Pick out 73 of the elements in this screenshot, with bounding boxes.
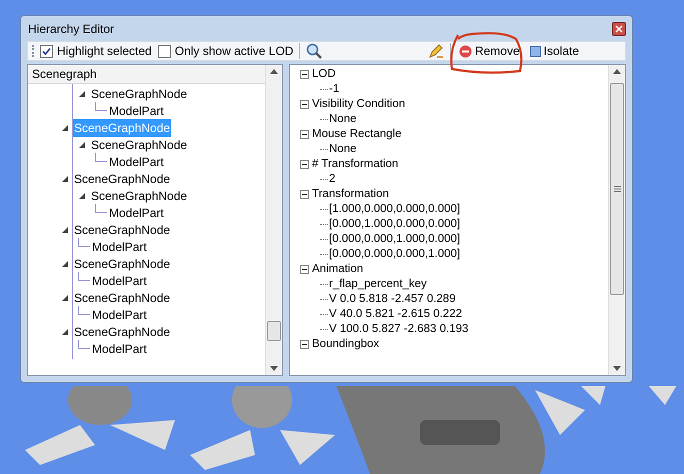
scroll-up-icon[interactable] (613, 69, 621, 74)
property-value[interactable]: [0.000,0.000,0.000,1.000] (329, 247, 460, 262)
remove-button[interactable]: Remove (456, 42, 522, 60)
property-name[interactable]: Mouse Rectangle (312, 127, 402, 142)
scroll-thumb[interactable] (267, 321, 281, 341)
property-name[interactable]: # Transformation (312, 157, 398, 172)
tree-item[interactable]: SceneGraphNode (73, 170, 172, 188)
tree-item[interactable]: ModelPart (108, 102, 165, 120)
square-icon (530, 46, 541, 56)
tree-item[interactable]: ModelPart (108, 204, 165, 222)
property-name[interactable]: Visibility Condition (312, 97, 406, 112)
collapse-toggle-icon[interactable] (300, 70, 309, 79)
collapse-toggle-icon[interactable] (300, 265, 309, 274)
checkbox-label: Highlight selected (57, 43, 152, 60)
tree-toggle-icon[interactable] (78, 192, 86, 200)
remove-icon (458, 44, 472, 58)
close-icon (615, 24, 623, 32)
property-value[interactable]: None (329, 142, 356, 157)
tree-toggle-icon[interactable] (61, 260, 69, 268)
collapse-toggle-icon[interactable] (300, 160, 309, 169)
tree-item[interactable]: SceneGraphNode (90, 84, 188, 102)
tree-item[interactable]: ModelPart (91, 272, 148, 290)
grip-icon (614, 186, 620, 192)
collapse-toggle-icon[interactable] (300, 190, 309, 199)
tree-toggle-icon[interactable] (61, 226, 69, 234)
collapse-toggle-icon[interactable] (300, 130, 309, 139)
property-value[interactable]: [1.000,0.000,0.000,0.000] (329, 202, 460, 217)
tree-item[interactable]: ModelPart (91, 340, 148, 358)
property-name[interactable]: Transformation (312, 187, 389, 202)
tree-toggle-icon[interactable] (61, 294, 69, 302)
tree-item[interactable]: SceneGraphNode (73, 322, 172, 340)
property-value[interactable]: V 40.0 5.821 -2.615 0.222 (329, 307, 462, 322)
property-name[interactable]: Animation (312, 262, 364, 277)
scroll-up-icon[interactable] (270, 69, 278, 74)
property-value[interactable]: V 0.0 5.818 -2.457 0.289 (329, 292, 456, 307)
property-value[interactable]: -1 (329, 82, 340, 97)
tree-item[interactable]: ModelPart (91, 238, 148, 256)
search-icon[interactable] (306, 43, 322, 59)
tree-toggle-icon[interactable] (78, 140, 86, 148)
collapse-toggle-icon[interactable] (300, 340, 309, 349)
tree-toggle-icon[interactable] (61, 328, 69, 336)
property-value[interactable]: [0.000,1.000,0.000,0.000] (329, 217, 460, 232)
property-value[interactable]: V 100.0 5.827 -2.683 0.193 (329, 322, 468, 337)
window-title: Hierarchy Editor (28, 20, 114, 38)
property-value[interactable]: r_flap_percent_key (329, 277, 427, 292)
scroll-down-icon[interactable] (270, 366, 278, 371)
pencil-icon[interactable] (428, 43, 444, 59)
tree-item[interactable]: SceneGraphNode (73, 254, 172, 272)
checkbox[interactable] (40, 44, 53, 58)
tree-item[interactable]: ModelPart (108, 152, 165, 170)
tree-item[interactable]: SceneGraphNode (90, 136, 188, 154)
tree-item[interactable]: SceneGraphNode (90, 186, 188, 204)
close-button[interactable] (612, 22, 626, 36)
scrollbar[interactable] (265, 65, 282, 375)
column-header[interactable]: Scenegraph (28, 65, 265, 84)
scroll-thumb[interactable] (610, 83, 624, 295)
tree-toggle-icon[interactable] (78, 90, 86, 98)
collapse-toggle-icon[interactable] (300, 100, 309, 109)
tree-item[interactable]: SceneGraphNode (73, 220, 172, 238)
tree-item[interactable]: ModelPart (91, 306, 148, 324)
property-value[interactable]: 2 (329, 172, 336, 187)
scrollbar[interactable] (608, 65, 625, 375)
property-name[interactable]: LOD (312, 67, 336, 82)
scroll-down-icon[interactable] (613, 366, 621, 371)
property-name[interactable]: Boundingbox (312, 337, 380, 352)
tree-item[interactable]: SceneGraphNode (73, 288, 172, 306)
checkbox[interactable] (158, 44, 171, 58)
tree-toggle-icon[interactable] (61, 124, 69, 132)
property-value[interactable]: [0.000,0.000,1.000,0.000] (329, 232, 460, 247)
checkbox-label: Only show active LOD (174, 43, 294, 60)
property-value[interactable]: None (329, 112, 356, 127)
isolate-button[interactable]: Isolate (528, 42, 581, 60)
tree-toggle-icon[interactable] (61, 174, 69, 182)
